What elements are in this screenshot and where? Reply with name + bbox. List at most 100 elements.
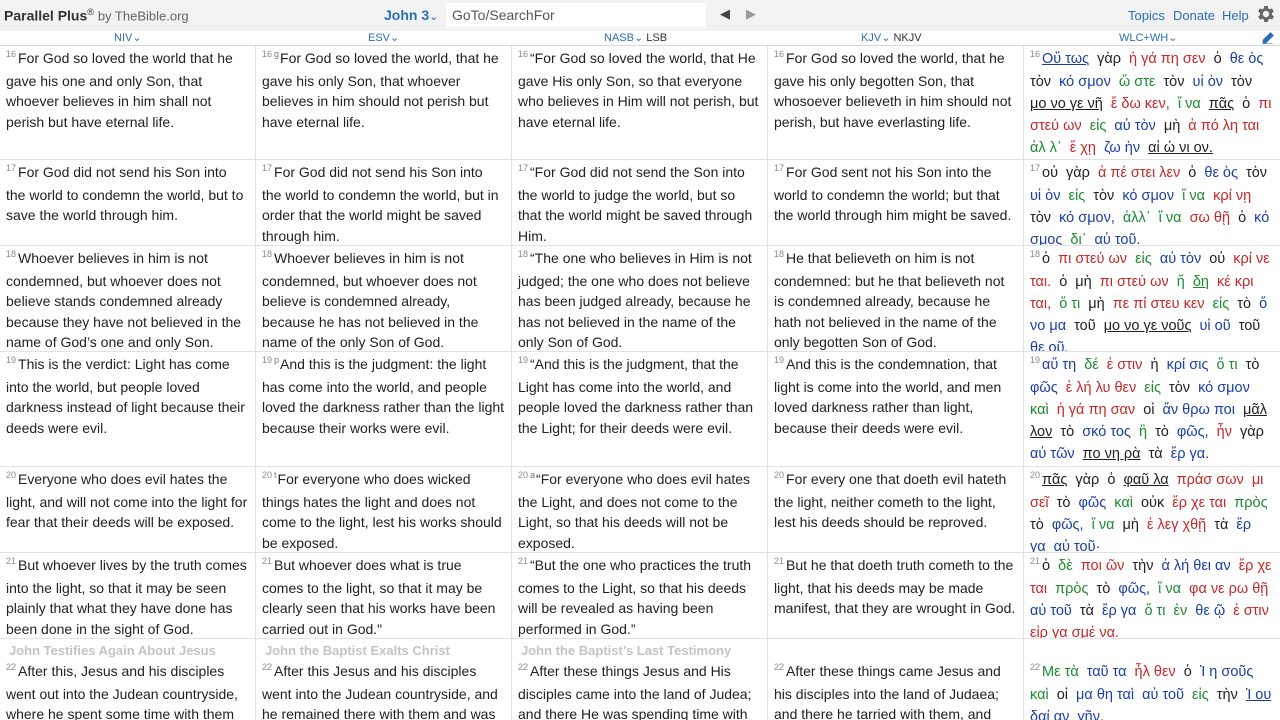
greek-word[interactable]: οὐ <box>1209 251 1225 267</box>
greek-word[interactable]: πο νη ρὰ <box>1083 446 1141 462</box>
greek-word[interactable]: φῶς, <box>1052 517 1084 533</box>
gear-icon[interactable] <box>1255 3 1277 25</box>
greek-word[interactable]: μο νο γε νοῦς <box>1104 318 1192 334</box>
verse-number[interactable]: 17 <box>262 163 272 173</box>
greek-word[interactable]: κό σμον, <box>1059 210 1115 226</box>
search-input[interactable] <box>446 3 706 27</box>
footnote-marker[interactable]: a <box>530 470 535 480</box>
verse-number[interactable]: 21 <box>774 556 784 566</box>
greek-word[interactable]: τὸν <box>1163 74 1184 90</box>
greek-word[interactable]: ἔ δω κεν, <box>1111 96 1170 112</box>
greek-word[interactable]: τὸ <box>1057 495 1071 511</box>
greek-word[interactable]: θε ὸς <box>1204 165 1238 181</box>
greek-word[interactable]: αὐ τὸν <box>1160 251 1201 267</box>
greek-word[interactable]: πι στεύ ων <box>1058 251 1127 267</box>
greek-word[interactable]: τὸν <box>1030 74 1051 90</box>
greek-word[interactable]: τὸν <box>1246 165 1267 181</box>
footnote-marker[interactable]: g <box>274 49 279 59</box>
greek-word[interactable]: ὅ τι <box>1059 296 1080 312</box>
greek-word[interactable]: τὸ <box>1097 581 1111 597</box>
greek-word[interactable]: ταῦ τα <box>1087 664 1127 680</box>
greek-word[interactable]: ἦλ θεν <box>1135 664 1176 680</box>
greek-word[interactable]: εἰρ γα σμέ να. <box>1030 625 1119 638</box>
greek-word[interactable]: υἱ οῦ <box>1199 318 1230 334</box>
greek-word[interactable]: ἵ να <box>1182 188 1205 204</box>
verse-number[interactable]: 17 <box>1030 163 1040 173</box>
greek-word[interactable]: ἵ να <box>1159 210 1182 226</box>
greek-word[interactable]: τὸν <box>1093 188 1114 204</box>
greek-word[interactable]: ὅ τι <box>1144 603 1165 619</box>
greek-word[interactable]: υἱ ὸν <box>1193 74 1224 90</box>
greek-word[interactable]: Ἰ η σοῦς <box>1200 664 1254 680</box>
greek-word[interactable]: γὰρ <box>1075 472 1099 488</box>
greek-word[interactable]: ἵ να <box>1158 581 1181 597</box>
greek-word[interactable]: γῆν, <box>1077 709 1104 720</box>
greek-word[interactable]: ἠ γά πη σαν <box>1057 402 1135 418</box>
greek-word[interactable]: φῶς, <box>1118 581 1150 597</box>
greek-word[interactable]: καὶ <box>1030 687 1049 703</box>
greek-word[interactable]: ἤ <box>1177 274 1185 290</box>
verse-number[interactable]: 17 <box>518 163 528 173</box>
greek-word[interactable]: αὐ τοῦ· <box>1054 539 1101 552</box>
greek-word[interactable]: ὁ <box>1242 96 1250 112</box>
verse-number[interactable]: 21 <box>1030 556 1040 566</box>
greek-word[interactable]: τὸ <box>1155 424 1169 440</box>
greek-word[interactable]: ἦν <box>1217 424 1232 440</box>
greek-word[interactable]: ἀλλ᾽ <box>1123 210 1151 226</box>
greek-word[interactable]: ἔρ χε ται <box>1172 495 1226 511</box>
greek-word[interactable]: τὸ <box>1237 296 1251 312</box>
greek-word[interactable]: ὁ <box>1184 664 1192 680</box>
verse-number[interactable]: 19 <box>6 355 16 365</box>
verse-number[interactable]: 20 <box>774 470 784 480</box>
greek-word[interactable]: καὶ <box>1114 495 1133 511</box>
greek-word[interactable]: τοῦ <box>1074 318 1096 334</box>
verse-number[interactable]: 20 <box>6 470 16 480</box>
greek-word[interactable]: οὐ <box>1042 165 1058 181</box>
verse-number[interactable]: 20 <box>518 470 528 480</box>
greek-word[interactable]: τὸ <box>1060 424 1074 440</box>
greek-word[interactable]: αὐ τοῦ <box>1030 603 1072 619</box>
greek-word[interactable]: φῶς <box>1030 380 1058 396</box>
greek-word[interactable]: ὁ <box>1059 274 1067 290</box>
verse-number[interactable]: 21 <box>518 556 528 566</box>
greek-word[interactable]: τὸ <box>1246 357 1260 373</box>
greek-word[interactable]: ἀ λή θει αν <box>1162 558 1231 574</box>
greek-word[interactable]: τὸ <box>1030 517 1044 533</box>
greek-word[interactable]: ὁ <box>1214 51 1222 67</box>
greek-word[interactable]: τὸν <box>1169 380 1190 396</box>
verse-number[interactable]: 17 <box>6 163 16 173</box>
verse-number[interactable]: 21 <box>6 556 16 566</box>
greek-word[interactable]: ὁ <box>1107 472 1115 488</box>
greek-word[interactable]: ἵ να <box>1092 517 1115 533</box>
greek-word[interactable]: αὐ τοῦ <box>1142 687 1184 703</box>
greek-word[interactable]: εἰς <box>1192 687 1209 703</box>
greek-word[interactable]: ἐν <box>1174 603 1188 619</box>
verse-number[interactable]: 19 <box>518 355 528 365</box>
greek-word[interactable]: ποι ῶν <box>1081 558 1125 574</box>
greek-word[interactable]: φα νε ρω θῇ <box>1189 581 1268 597</box>
version-select-esv[interactable]: ESV⌄ <box>368 31 399 45</box>
verse-number[interactable]: 21 <box>262 556 272 566</box>
greek-word[interactable]: μὴ <box>1164 118 1180 134</box>
greek-word[interactable]: ἄν θρω ποι <box>1163 402 1235 418</box>
greek-word[interactable]: εἰς <box>1090 118 1107 134</box>
verse-number[interactable]: 20 <box>1030 470 1040 480</box>
greek-word[interactable]: γὰρ <box>1097 51 1121 67</box>
greek-word[interactable]: πι στεύ ων <box>1100 274 1169 290</box>
verse-number[interactable]: 17 <box>774 163 784 173</box>
verse-number[interactable]: 20 <box>262 470 272 480</box>
greek-word[interactable]: μο νο γε νῆ <box>1030 96 1103 112</box>
greek-word[interactable]: μὴ <box>1123 517 1139 533</box>
greek-word[interactable]: κρί νῃ <box>1213 188 1251 204</box>
book-chapter-select[interactable]: John 3⌄ <box>384 7 438 23</box>
greek-word[interactable]: δη <box>1193 274 1209 290</box>
greek-word[interactable]: τὴν <box>1217 687 1238 703</box>
alt-version-label[interactable]: LSB <box>646 32 667 44</box>
greek-word[interactable]: εἰς <box>1069 188 1086 204</box>
greek-word[interactable]: ἀ πέ στει λεν <box>1098 165 1180 181</box>
version-select-niv[interactable]: NIV⌄ <box>114 31 142 45</box>
greek-word[interactable]: ὥ στε <box>1119 74 1156 90</box>
greek-word[interactable]: ὁ <box>1042 251 1050 267</box>
footnote-marker[interactable]: p <box>274 355 279 365</box>
verse-number[interactable]: 22 <box>1030 662 1040 672</box>
